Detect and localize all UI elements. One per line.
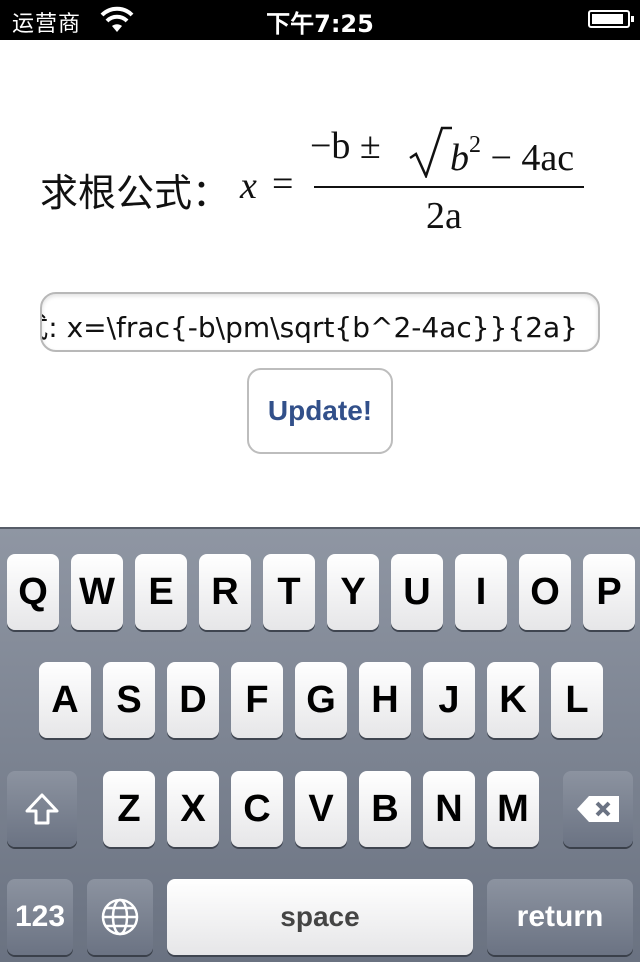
key-s[interactable]: S — [103, 662, 155, 738]
key-y[interactable]: Y — [327, 554, 379, 630]
key-b[interactable]: B — [359, 771, 411, 847]
update-button[interactable]: Update! — [247, 368, 393, 454]
globe-icon — [101, 898, 139, 936]
formula-display: 求根公式： x = −b ± b2 − 4ac 2a — [40, 120, 600, 250]
key-h[interactable]: H — [359, 662, 411, 738]
key-t[interactable]: T — [263, 554, 315, 630]
key-g[interactable]: G — [295, 662, 347, 738]
numerator-text: −b ± — [310, 125, 381, 167]
key-d[interactable]: D — [167, 662, 219, 738]
battery-icon — [588, 10, 634, 28]
key-p[interactable]: P — [583, 554, 635, 630]
key-z[interactable]: Z — [103, 771, 155, 847]
radicand-b: b — [450, 137, 469, 179]
formula-label: 求根公式： — [40, 171, 231, 215]
latex-input-field[interactable]: 求根公式: x=\frac{-b\pm\sqrt{b^2-4ac}}{2a} — [40, 292, 600, 352]
key-q[interactable]: Q — [7, 554, 59, 630]
status-bar: 运营商 下午7:25 — [0, 0, 640, 40]
formula-variable: x — [240, 165, 257, 207]
status-time: 下午7:25 — [266, 10, 374, 38]
key-i[interactable]: I — [455, 554, 507, 630]
latex-input-value[interactable]: 求根公式: x=\frac{-b\pm\sqrt{b^2-4ac}}{2a} — [42, 306, 578, 346]
key-u[interactable]: U — [391, 554, 443, 630]
formula-denominator: 2a — [426, 195, 462, 237]
key-k[interactable]: K — [487, 662, 539, 738]
key-o[interactable]: O — [519, 554, 571, 630]
formula-equals: = — [272, 163, 294, 205]
key-f[interactable]: F — [231, 662, 283, 738]
radicand-rest: − 4ac — [481, 137, 575, 179]
formula-radicand: b2 − 4ac — [450, 132, 575, 180]
numbers-key[interactable]: 123 — [7, 879, 73, 955]
return-key[interactable]: return — [487, 879, 633, 955]
shift-key[interactable] — [7, 771, 77, 847]
key-r[interactable]: R — [199, 554, 251, 630]
key-x[interactable]: X — [167, 771, 219, 847]
space-key[interactable]: space — [167, 879, 473, 955]
delete-icon — [577, 796, 619, 822]
key-c[interactable]: C — [231, 771, 283, 847]
key-a[interactable]: A — [39, 662, 91, 738]
key-m[interactable]: M — [487, 771, 539, 847]
key-e[interactable]: E — [135, 554, 187, 630]
delete-key[interactable] — [563, 771, 633, 847]
globe-key[interactable] — [87, 879, 153, 955]
sqrt-sign-icon — [409, 126, 452, 178]
keyboard: QWERTYUIOP ASDFGHJKL ZXCVBNM 123 space r… — [0, 527, 640, 962]
radicand-exponent: 2 — [469, 132, 481, 159]
key-n[interactable]: N — [423, 771, 475, 847]
key-j[interactable]: J — [423, 662, 475, 738]
battery-level — [592, 14, 623, 24]
formula-numerator-prefix: −b ± — [310, 124, 381, 168]
shift-icon — [25, 793, 59, 825]
key-w[interactable]: W — [71, 554, 123, 630]
fraction-bar — [314, 186, 584, 188]
key-v[interactable]: V — [295, 771, 347, 847]
key-l[interactable]: L — [551, 662, 603, 738]
